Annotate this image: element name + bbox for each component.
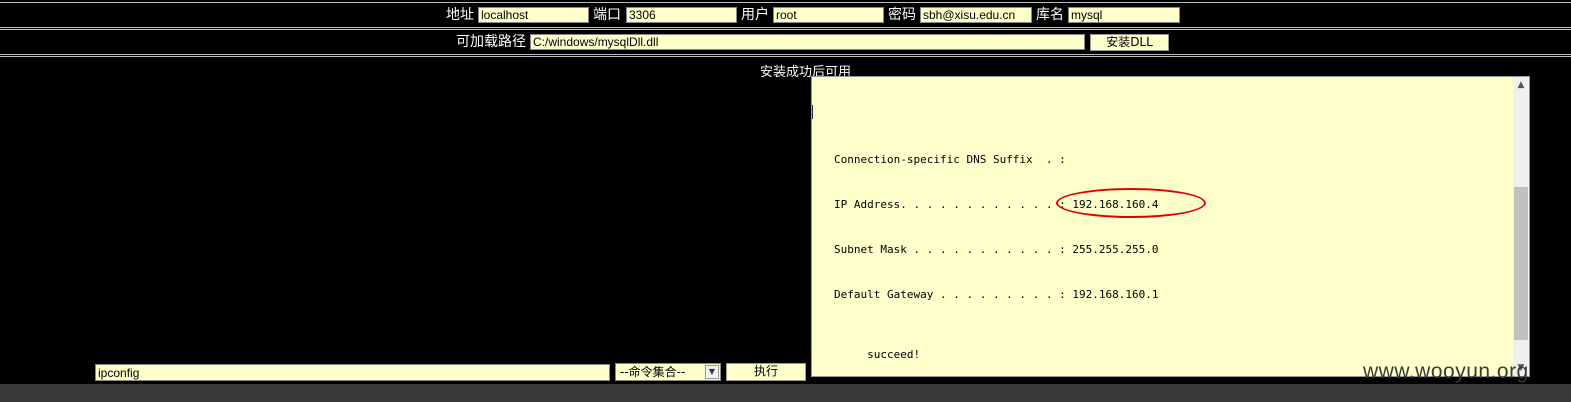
divider xyxy=(0,56,1571,57)
dll-path-input[interactable] xyxy=(530,34,1085,50)
output-scrollbar[interactable]: ▲ ▼ xyxy=(1513,77,1529,376)
port-label: 端口 xyxy=(593,7,621,23)
command-set-selected: --命令集合-- xyxy=(620,365,686,379)
db-input[interactable] xyxy=(1068,7,1180,23)
user-label: 用户 xyxy=(741,7,769,23)
text-cursor xyxy=(812,105,813,119)
host-input[interactable] xyxy=(478,7,589,23)
user-input[interactable] xyxy=(773,7,884,23)
watermark: www.wooyun.org xyxy=(1363,360,1529,383)
output-line: succeed! xyxy=(834,348,921,361)
command-set-select[interactable]: --命令集合-- ▼ xyxy=(615,363,721,381)
command-input[interactable] xyxy=(95,364,610,381)
scroll-thumb[interactable] xyxy=(1514,187,1528,340)
chevron-down-icon[interactable]: ▼ xyxy=(705,365,719,379)
password-input[interactable] xyxy=(920,7,1032,23)
ip-highlight-ellipse xyxy=(1056,188,1206,218)
port-input[interactable] xyxy=(626,7,737,23)
output-line: Default Gateway . . . . . . . . . : 192.… xyxy=(834,288,1159,301)
password-label: 密码 xyxy=(888,7,916,23)
host-label: 地址 xyxy=(446,7,474,23)
dll-path-label: 可加载路径 xyxy=(456,34,526,50)
output-line: Subnet Mask . . . . . . . . . . . : 255.… xyxy=(834,243,1159,256)
db-label: 库名 xyxy=(1036,7,1064,23)
execute-button[interactable]: 执行 xyxy=(726,363,806,381)
scroll-up-arrow-icon[interactable]: ▲ xyxy=(1513,77,1529,93)
output-line: Connection-specific DNS Suffix . : xyxy=(834,153,1066,166)
install-dll-button[interactable]: 安装DLL xyxy=(1090,34,1169,51)
footer-strip xyxy=(0,384,1571,402)
command-output-panel[interactable]: Connection-specific DNS Suffix . : IP Ad… xyxy=(811,76,1530,377)
